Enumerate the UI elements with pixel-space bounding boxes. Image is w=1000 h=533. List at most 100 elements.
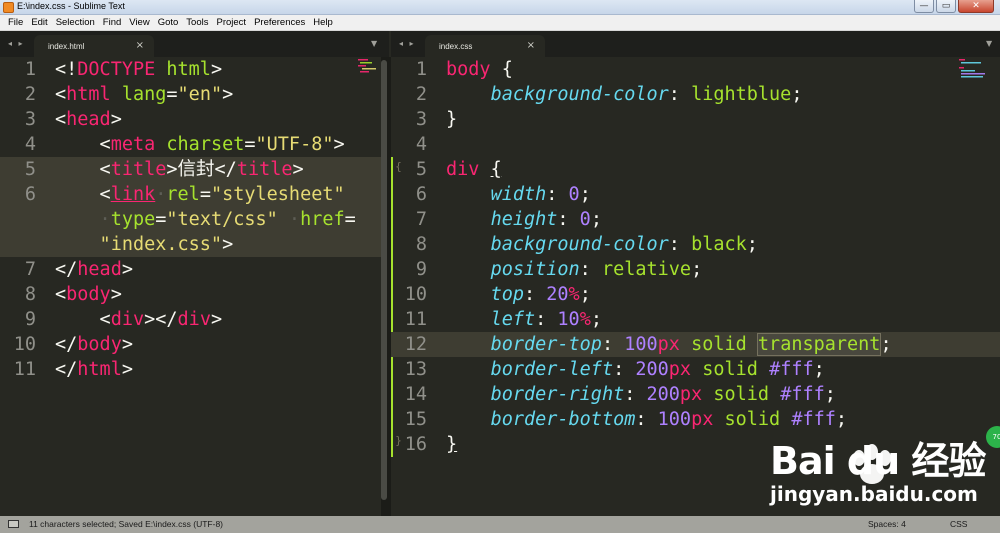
code-token: meta xyxy=(110,134,156,155)
code-token: title xyxy=(236,159,293,180)
code-token: href xyxy=(300,209,345,230)
code-line[interactable]: 5 div { xyxy=(391,157,1000,182)
code-line[interactable]: "index.css"> xyxy=(0,232,381,257)
code-token: #fff xyxy=(791,409,836,430)
line-number: 10 xyxy=(404,284,427,305)
code-token: · xyxy=(277,209,301,230)
code-line[interactable]: 6 <link·rel="stylesheet" xyxy=(0,182,381,207)
code-token: } xyxy=(446,109,458,130)
code-line[interactable]: 2 <html lang="en"> xyxy=(0,82,381,107)
code-line[interactable]: 14 border-right: 200px solid #fff; xyxy=(391,382,1000,407)
code-text: background-color: black; xyxy=(446,232,758,257)
code-line[interactable]: 9 position: relative; xyxy=(391,257,1000,282)
code-token: div xyxy=(446,159,480,180)
code-line[interactable]: 7 height: 0; xyxy=(391,207,1000,232)
code-token: "stylesheet" xyxy=(210,184,345,205)
code-line[interactable]: 8 <body> xyxy=(0,282,381,307)
code-token: ; xyxy=(880,334,892,355)
code-line[interactable]: 5 <title>信封</title> xyxy=(0,157,381,182)
editor-pane-html[interactable]: ✎ 1<!DOCTYPE html>2<html lang="en">3<hea… xyxy=(0,57,381,516)
line-number: 16 xyxy=(404,434,427,455)
menu-preferences[interactable]: Preferences xyxy=(250,17,309,28)
line-number: 6 xyxy=(415,184,427,205)
code-token: html xyxy=(166,59,211,80)
watermark-brand: Bai du 经验 xyxy=(770,439,986,483)
code-line[interactable]: 1 <!DOCTYPE html> xyxy=(0,57,381,82)
code-line[interactable]: 4 xyxy=(391,132,1000,157)
code-text: background-color: lightblue; xyxy=(446,82,803,107)
menu-project[interactable]: Project xyxy=(212,17,250,28)
code-token: < xyxy=(55,309,111,330)
code-line[interactable]: 11 </html> xyxy=(0,357,381,382)
menu-tools[interactable]: Tools xyxy=(182,17,212,28)
code-token: = xyxy=(344,209,356,230)
code-line[interactable]: 11 left: 10%; xyxy=(391,307,1000,332)
code-text: body { xyxy=(446,57,513,82)
code-token: ; xyxy=(746,234,758,255)
window-title: E:\index.css - Sublime Text xyxy=(17,1,125,11)
tab-nav-arrows-icon[interactable]: ◂ ▸ xyxy=(399,39,416,48)
code-token: border-right xyxy=(490,384,625,405)
line-number: 13 xyxy=(404,359,427,380)
code-line[interactable]: 4 <meta charset="UTF-8"> xyxy=(0,132,381,157)
code-line[interactable]: 13 border-left: 200px solid #fff; xyxy=(391,357,1000,382)
code-line[interactable]: ·type="text/css" ·href= xyxy=(0,207,381,232)
code-token: black xyxy=(691,234,747,255)
tab-nav-arrows-icon[interactable]: ◂ ▸ xyxy=(8,39,25,48)
menu-file[interactable]: File xyxy=(4,17,27,28)
line-number: 5 xyxy=(415,159,427,180)
code-token: > xyxy=(110,109,122,130)
tab-index-css[interactable]: index.css × xyxy=(425,35,545,57)
menu-selection[interactable]: Selection xyxy=(52,17,99,28)
code-text: </body> xyxy=(55,332,133,357)
menu-help[interactable]: Help xyxy=(309,17,337,28)
tab-close-icon[interactable]: × xyxy=(136,40,144,51)
code-line[interactable]: 15 border-bottom: 100px solid #fff; xyxy=(391,407,1000,432)
status-bar: 11 characters selected; Saved E:\index.c… xyxy=(0,516,1000,533)
code-line[interactable]: 10 </body> xyxy=(0,332,381,357)
code-text: <body> xyxy=(55,282,122,307)
code-token: 100 xyxy=(624,334,658,355)
code-token: : xyxy=(546,184,569,205)
minimize-button[interactable]: — xyxy=(914,0,934,13)
code-line[interactable]: 1 body { xyxy=(391,57,1000,82)
code-line[interactable]: 10 top: 20%; xyxy=(391,282,1000,307)
code-line[interactable]: 6 width: 0; xyxy=(391,182,1000,207)
code-token: 0 xyxy=(568,184,580,205)
left-pane-scrollbar[interactable] xyxy=(381,60,387,500)
code-line[interactable]: 12 border-top: 100px solid transparent; xyxy=(391,332,1000,357)
syntax-setting[interactable]: CSS xyxy=(950,519,967,529)
code-token: ; xyxy=(813,359,825,380)
tab-index-html[interactable]: index.html × xyxy=(34,35,154,57)
code-text: <meta charset="UTF-8"> xyxy=(55,132,345,157)
menu-find[interactable]: Find xyxy=(99,17,125,28)
maximize-button[interactable]: ▭ xyxy=(936,0,956,13)
line-number: 4 xyxy=(24,134,36,155)
code-line[interactable]: 3} xyxy=(391,107,1000,132)
code-token: 20 xyxy=(546,284,569,305)
code-line[interactable]: 3 <head> xyxy=(0,107,381,132)
tab-menu-icon[interactable]: ▼ xyxy=(986,39,992,48)
code-line[interactable]: 7 </head> xyxy=(0,257,381,282)
code-line[interactable]: 2 background-color: lightblue; xyxy=(391,82,1000,107)
code-token: px xyxy=(679,384,703,405)
code-token: 200 xyxy=(635,359,669,380)
tab-menu-icon[interactable]: ▼ xyxy=(371,39,377,48)
sublime-app-icon xyxy=(3,2,14,13)
tab-close-icon[interactable]: × xyxy=(527,40,535,51)
code-token: html xyxy=(77,359,122,380)
indentation-setting[interactable]: Spaces: 4 xyxy=(868,519,906,529)
line-number: 1 xyxy=(415,59,427,80)
code-token: lang xyxy=(121,84,167,105)
code-line[interactable]: 9 <div></div> xyxy=(0,307,381,332)
menu-edit[interactable]: Edit xyxy=(27,17,51,28)
menu-goto[interactable]: Goto xyxy=(154,17,183,28)
code-line[interactable]: 8 background-color: black; xyxy=(391,232,1000,257)
menu-view[interactable]: View xyxy=(125,17,153,28)
close-button[interactable]: ✕ xyxy=(958,0,994,13)
code-token: < xyxy=(55,84,67,105)
code-text: height: 0; xyxy=(446,207,602,232)
console-toggle-icon[interactable] xyxy=(8,520,19,528)
